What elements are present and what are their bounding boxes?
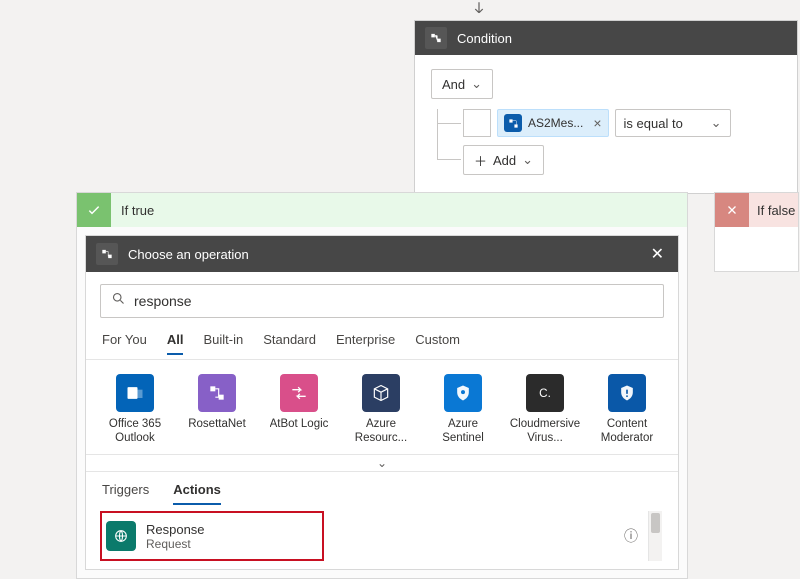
result-response-action[interactable]: Response Request <box>100 511 324 561</box>
condition-row: AS2Mes... × is equal to ⌄ <box>463 109 781 137</box>
check-icon <box>77 193 111 227</box>
arrows-icon <box>280 374 318 412</box>
connector-tile[interactable]: Azure Sentinel <box>428 374 498 446</box>
control-icon <box>96 243 118 265</box>
results-scrollbar[interactable] <box>648 511 662 561</box>
svg-text:C.: C. <box>539 387 551 400</box>
letterC-icon: C. <box>526 374 564 412</box>
connector-tile[interactable]: RosettaNet <box>182 374 252 446</box>
connector-label: AtBot Logic <box>270 418 329 446</box>
close-icon[interactable]: ✕ <box>647 240 668 268</box>
cube-icon <box>362 374 400 412</box>
search-field-wrap[interactable] <box>100 284 664 318</box>
add-label: Add <box>493 153 516 168</box>
branch-if-false: If false <box>714 192 799 272</box>
category-tab[interactable]: Standard <box>263 332 316 355</box>
info-icon[interactable]: ⓘ <box>620 522 642 550</box>
result-subtitle: Request <box>146 537 205 551</box>
sub-tab[interactable]: Actions <box>173 482 221 505</box>
condition-header[interactable]: Condition <box>415 21 797 55</box>
search-icon <box>111 291 126 311</box>
token-as2-icon <box>504 114 522 132</box>
connector-label: Content Moderator <box>592 418 662 446</box>
connector-tile[interactable]: Office 365 Outlook <box>100 374 170 446</box>
tree-lines <box>431 109 463 179</box>
connector-tile[interactable]: Azure Resourc... <box>346 374 416 446</box>
connector-label: RosettaNet <box>188 418 246 446</box>
chevron-down-icon: ⌄ <box>471 76 482 92</box>
choose-operation-header: Choose an operation ✕ <box>86 236 678 272</box>
connector-tile[interactable]: C. Cloudmersive Virus... <box>510 374 580 446</box>
group-operator-dropdown[interactable]: And ⌄ <box>431 69 493 99</box>
branch-if-true: If true Choose an operation ✕ For You All… <box>76 192 688 579</box>
category-tab[interactable]: All <box>167 332 184 355</box>
sub-tab[interactable]: Triggers <box>102 482 149 505</box>
connector-label: Azure Resourc... <box>346 418 416 446</box>
condition-title: Condition <box>457 31 512 46</box>
branch-if-true-header[interactable]: If true <box>77 193 687 227</box>
search-input[interactable] <box>134 293 653 309</box>
left-operand-input[interactable] <box>463 109 491 137</box>
choose-operation-panel: Choose an operation ✕ For You All Built-in… <box>85 235 679 570</box>
connector-label: Cloudmersive Virus... <box>510 418 580 446</box>
flow-arrow-down-icon <box>469 0 489 20</box>
group-operator-label: And <box>442 77 465 92</box>
shield-icon <box>444 374 482 412</box>
result-title: Response <box>146 522 205 537</box>
connector-list: Office 365 Outlook RosettaNet AtBot Logic A… <box>100 360 664 454</box>
expand-connectors-button[interactable]: ⌄ <box>86 454 678 472</box>
connector-tile[interactable]: Content Moderator <box>592 374 662 446</box>
token-label: AS2Mes... <box>528 116 583 130</box>
condition-card: Condition And ⌄ AS2Mes... × <box>414 20 798 194</box>
choose-operation-title: Choose an operation <box>128 247 249 262</box>
outlook-icon <box>116 374 154 412</box>
category-tab[interactable]: Enterprise <box>336 332 395 355</box>
result-text: Response Request <box>146 522 205 551</box>
trigger-action-tabs: Triggers Actions <box>102 482 662 505</box>
results-area: Response Request ⓘ <box>100 511 664 561</box>
chevron-down-icon: ⌄ <box>377 456 387 470</box>
dynamic-content-token[interactable]: AS2Mes... × <box>497 109 609 137</box>
chevron-down-icon: ⌄ <box>522 152 533 168</box>
flow-icon <box>198 374 236 412</box>
plus-icon: ＋ <box>474 151 487 170</box>
category-tab[interactable]: For You <box>102 332 147 355</box>
condition-row-group: AS2Mes... × is equal to ⌄ ＋ Add ⌄ <box>431 109 781 179</box>
chevron-down-icon: ⌄ <box>711 115 722 131</box>
category-tabs: For You All Built-in Standard Enterprise Cust… <box>102 332 662 355</box>
condition-body: And ⌄ AS2Mes... × is equ <box>415 55 797 193</box>
connector-tile[interactable]: AtBot Logic <box>264 374 334 446</box>
globe-icon <box>106 521 136 551</box>
control-icon <box>425 27 447 49</box>
category-tab[interactable]: Custom <box>415 332 460 355</box>
branch-if-false-header[interactable]: If false <box>715 193 798 227</box>
warn-icon <box>608 374 646 412</box>
comparison-operator-label: is equal to <box>624 116 683 131</box>
connector-label: Office 365 Outlook <box>100 418 170 446</box>
choose-operation-body: For You All Built-in Standard Enterprise Cust… <box>86 272 678 569</box>
add-condition-button[interactable]: ＋ Add ⌄ <box>463 145 544 175</box>
category-tab[interactable]: Built-in <box>203 332 243 355</box>
comparison-operator-dropdown[interactable]: is equal to ⌄ <box>615 109 731 137</box>
branch-true-label: If true <box>121 203 154 218</box>
branch-false-label: If false <box>757 203 795 218</box>
token-remove-icon[interactable]: × <box>589 115 601 131</box>
x-icon <box>715 193 749 227</box>
connector-label: Azure Sentinel <box>428 418 498 446</box>
